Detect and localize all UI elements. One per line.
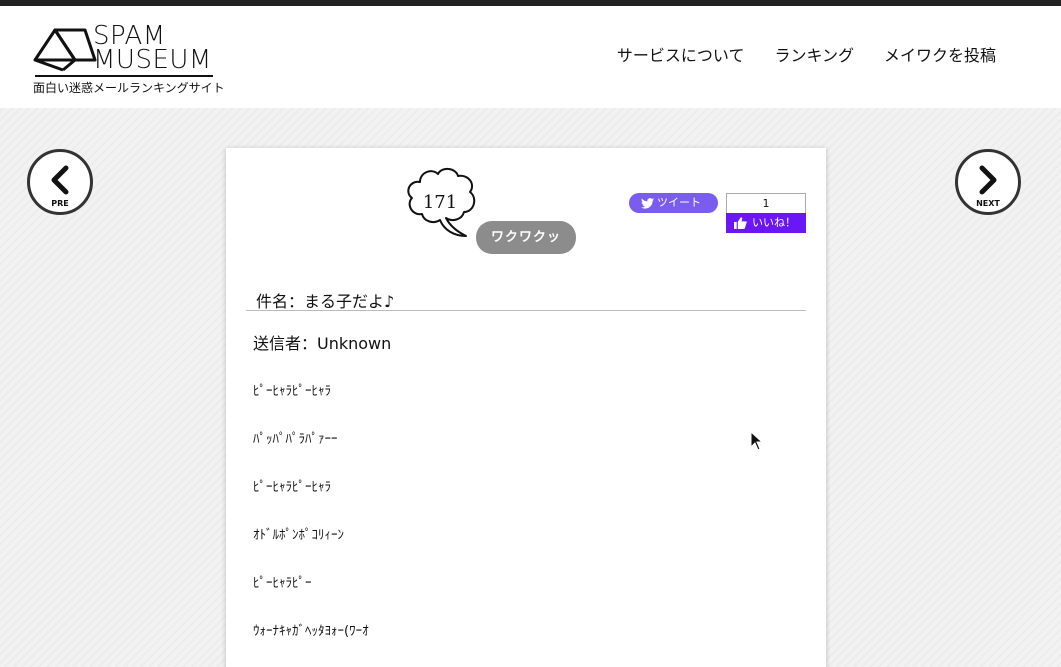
mail-body-line: ｳｫｰﾅｷｬｶﾞﾍｯﾀﾖｫｰ(ﾜｰｵ [253,624,369,639]
mail-body-line: ﾋﾟｰﾋｬﾗﾋﾟｰﾋｬﾗ [253,384,331,399]
like-count: 1 [726,193,806,214]
tweet-label: ツイート [657,196,701,209]
mail-body-line: ﾋﾟｰﾋｬﾗﾋﾟｰﾋｬﾗ [253,480,331,495]
nav-post-spam[interactable]: メイワクを投稿 [884,42,996,66]
chevron-right-icon [979,165,997,195]
mouse-cursor-icon [750,431,764,451]
facebook-like-widget: 1 いいね！ [726,193,806,233]
twitter-bird-icon [641,198,654,209]
nav-about[interactable]: サービスについて [617,42,745,66]
nav-ranking[interactable]: ランキング [774,42,854,66]
like-button[interactable]: いいね！ [726,213,806,233]
spam-post-card: 171 ワクワクッ ツイート 1 いいね！ 件名：まる子だよ♪ 送信者：Unkn… [226,148,826,667]
like-label: いいね！ [752,216,796,229]
waku-button[interactable]: ワクワクッ [476,221,576,254]
site-logo[interactable]: SPAM MUSEUM [33,20,223,80]
logo-word-museum: MUSEUM [93,45,212,75]
chevron-left-icon [51,165,69,195]
site-header: SPAM MUSEUM 面白い迷惑メールランキングサイト サービスについて ラン… [0,6,1061,108]
mail-subject: 件名：まる子だよ♪ [256,292,395,311]
next-button[interactable]: NEXT [955,149,1021,215]
mail-body-line: ﾋﾟｰﾋｬﾗﾋﾟｰ [253,576,312,591]
mail-body-line: ｵﾄﾞﾙﾎﾟﾝﾎﾟｺﾘｨｰﾝ [253,528,344,543]
main-nav: サービスについて ランキング メイワクを投稿 [617,42,996,66]
thumbs-up-icon [734,217,747,229]
prev-label: PRE [51,199,69,208]
waku-count: 171 [422,192,458,213]
mail-sender: 送信者：Unknown [253,334,392,353]
mail-body-line: ﾊﾟｯﾊﾟﾊﾟﾗﾊﾟｧｰｰ [253,432,338,447]
site-tagline: 面白い迷惑メールランキングサイト [33,81,225,95]
subject-divider [246,310,806,311]
tweet-button[interactable]: ツイート [629,193,718,213]
waku-count-bubble: 171 [406,166,478,238]
next-label: NEXT [976,199,1000,208]
prev-button[interactable]: PRE [27,149,93,215]
